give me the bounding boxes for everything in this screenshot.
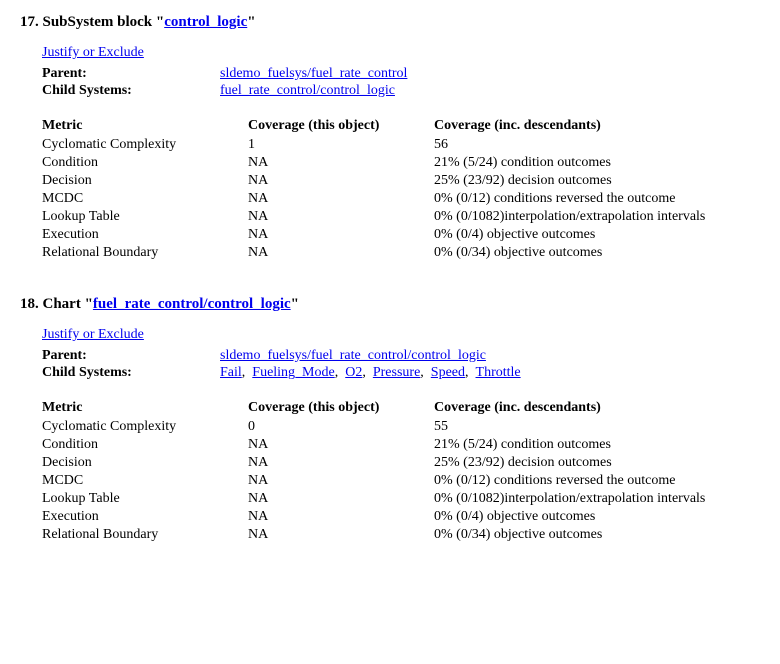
cell-desc: 0% (0/12) conditions reversed the outcom… [434,472,760,490]
header-this: Coverage (this object) [248,399,434,418]
table-row: Cyclomatic Complexity156 [42,136,760,154]
table-row: Lookup TableNA0% (0/1082)interpolation/e… [42,208,760,226]
cell-this: NA [248,208,434,226]
cell-this: NA [248,190,434,208]
cell-desc: 56 [434,136,760,154]
table-row: Relational BoundaryNA0% (0/34) objective… [42,244,760,262]
cell-metric: Lookup Table [42,208,248,226]
cell-desc: 0% (0/34) objective outcomes [434,526,760,544]
cell-this: NA [248,508,434,526]
cell-metric: Lookup Table [42,490,248,508]
table-row: ExecutionNA0% (0/4) objective outcomes [42,226,760,244]
child-system-link[interactable]: O2 [345,365,362,380]
cell-this: NA [248,244,434,262]
table-row: DecisionNA25% (23/92) decision outcomes [42,454,760,472]
header-desc: Coverage (inc. descendants) [434,117,760,136]
metrics-table-17: Metric Coverage (this object) Coverage (… [42,117,760,262]
cell-this: NA [248,436,434,454]
cell-desc: 25% (23/92) decision outcomes [434,172,760,190]
cell-this: 0 [248,418,434,436]
parent-link[interactable]: sldemo_fuelsys/fuel_rate_control [220,66,407,81]
cell-this: NA [248,526,434,544]
child-system-link[interactable]: Speed [431,365,465,380]
table-row: Relational BoundaryNA0% (0/34) objective… [42,526,760,544]
cell-desc: 0% (0/12) conditions reversed the outcom… [434,190,760,208]
section-number: 17. [20,14,39,30]
child-system-link[interactable]: Fueling_Mode [252,365,334,380]
cell-metric: Relational Boundary [42,244,248,262]
section-heading-18: 18. Chart "fuel_rate_control/control_log… [20,296,760,313]
table-row: MCDCNA0% (0/12) conditions reversed the … [42,190,760,208]
cell-desc: 21% (5/24) condition outcomes [434,154,760,172]
child-system-link[interactable]: Pressure [373,365,420,380]
header-metric: Metric [42,117,248,136]
cell-desc: 25% (23/92) decision outcomes [434,454,760,472]
table-row: ExecutionNA0% (0/4) objective outcomes [42,508,760,526]
cell-desc: 0% (0/4) objective outcomes [434,226,760,244]
cell-this: NA [248,226,434,244]
cell-desc: 0% (0/34) objective outcomes [434,244,760,262]
table-row: Lookup TableNA0% (0/1082)interpolation/e… [42,490,760,508]
cell-this: NA [248,172,434,190]
cell-metric: Execution [42,226,248,244]
justify-exclude-link[interactable]: Justify or Exclude [42,327,144,343]
cell-this: NA [248,472,434,490]
parent-row: Parent: sldemo_fuelsys/fuel_rate_control [42,66,760,82]
cell-desc: 0% (0/1082)interpolation/extrapolation i… [434,208,760,226]
section-heading-17: 17. SubSystem block "control_logic" [20,14,760,31]
cell-metric: Decision [42,454,248,472]
justify-exclude-link[interactable]: Justify or Exclude [42,45,144,61]
cell-desc: 55 [434,418,760,436]
header-desc: Coverage (inc. descendants) [434,399,760,418]
section-title-link[interactable]: control_logic [164,14,247,30]
cell-metric: Decision [42,172,248,190]
child-systems-row: Child Systems: Fail, Fueling_Mode, O2, P… [42,365,760,381]
cell-desc: 0% (0/4) objective outcomes [434,508,760,526]
cell-metric: Execution [42,508,248,526]
cell-this: NA [248,454,434,472]
cell-this: 1 [248,136,434,154]
cell-metric: Condition [42,154,248,172]
cell-metric: Cyclomatic Complexity [42,136,248,154]
table-row: Cyclomatic Complexity055 [42,418,760,436]
child-system-link[interactable]: Fail [220,365,242,380]
child-systems-row: Child Systems: fuel_rate_control/control… [42,83,760,99]
child-systems-label: Child Systems: [42,365,220,381]
cell-desc: 21% (5/24) condition outcomes [434,436,760,454]
cell-metric: Cyclomatic Complexity [42,418,248,436]
parent-label: Parent: [42,66,220,82]
section-type: Chart [43,296,81,312]
section-number: 18. [20,296,39,312]
table-row: MCDCNA0% (0/12) conditions reversed the … [42,472,760,490]
cell-metric: Relational Boundary [42,526,248,544]
cell-metric: MCDC [42,190,248,208]
section-body-18: Justify or Exclude Parent: sldemo_fuelsy… [42,327,760,544]
header-this: Coverage (this object) [248,117,434,136]
section-type: SubSystem block [43,14,153,30]
section-body-17: Justify or Exclude Parent: sldemo_fuelsy… [42,45,760,262]
table-row: ConditionNA21% (5/24) condition outcomes [42,436,760,454]
section-title-link[interactable]: fuel_rate_control/control_logic [93,296,291,312]
cell-this: NA [248,490,434,508]
cell-metric: Condition [42,436,248,454]
table-row: ConditionNA21% (5/24) condition outcomes [42,154,760,172]
header-metric: Metric [42,399,248,418]
cell-desc: 0% (0/1082)interpolation/extrapolation i… [434,490,760,508]
parent-row: Parent: sldemo_fuelsys/fuel_rate_control… [42,348,760,364]
cell-this: NA [248,154,434,172]
child-system-link[interactable]: Throttle [476,365,521,380]
parent-link[interactable]: sldemo_fuelsys/fuel_rate_control/control… [220,348,486,363]
metrics-table-18: Metric Coverage (this object) Coverage (… [42,399,760,544]
parent-label: Parent: [42,348,220,364]
cell-metric: MCDC [42,472,248,490]
child-system-link[interactable]: fuel_rate_control/control_logic [220,83,395,98]
table-row: DecisionNA25% (23/92) decision outcomes [42,172,760,190]
child-systems-label: Child Systems: [42,83,220,99]
